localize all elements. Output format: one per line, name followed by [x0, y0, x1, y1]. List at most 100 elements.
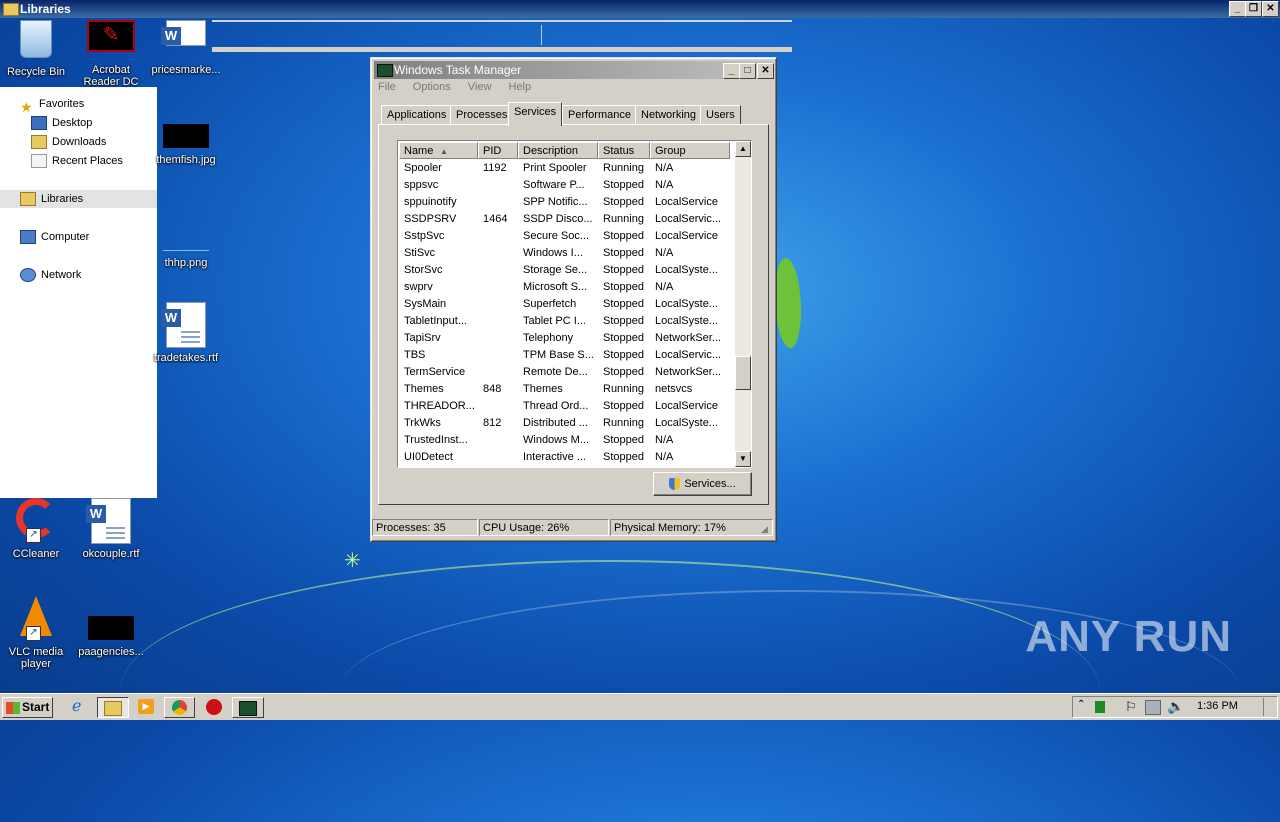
- cell-description: TPM Base S...: [523, 349, 594, 361]
- service-row[interactable]: SstpSvc Secure Soc... Stopped LocalService: [398, 228, 733, 245]
- network-tray-icon[interactable]: [1145, 700, 1161, 715]
- scrollbar-thumb[interactable]: [735, 356, 751, 390]
- internet-explorer-icon[interactable]: ℯ: [72, 698, 88, 716]
- cell-status: Stopped: [603, 179, 644, 191]
- service-row[interactable]: SSDPSRV 1464 SSDP Disco... Running LocalServ…: [398, 211, 733, 228]
- taskbar-chrome-button[interactable]: [164, 697, 195, 718]
- column-header-status[interactable]: Status: [598, 142, 650, 159]
- desktop-icon-recycle-bin[interactable]: Recycle Bin: [0, 20, 74, 78]
- menu-help[interactable]: Help: [509, 81, 532, 93]
- tab-users[interactable]: Users: [700, 105, 741, 125]
- service-row[interactable]: Themes 848 Themes Running netsvcs: [398, 381, 733, 398]
- service-row[interactable]: SysMain Superfetch Stopped LocalSyste...: [398, 296, 733, 313]
- menu-view[interactable]: View: [468, 81, 492, 93]
- service-row[interactable]: UI0Detect Interactive ... Stopped N/A: [398, 449, 733, 466]
- desktop-icon: [31, 116, 47, 131]
- service-row[interactable]: swprv Microsoft S... Stopped N/A: [398, 279, 733, 296]
- nav-recent-places[interactable]: Recent Places: [31, 152, 123, 170]
- cell-description: Telephony: [523, 332, 574, 344]
- service-row[interactable]: TapiSrv Telephony Stopped NetworkSer...: [398, 330, 733, 347]
- task-manager-window[interactable]: Windows Task Manager _ □ ✕ File Options …: [370, 57, 777, 542]
- column-header-name[interactable]: Name ▲: [399, 142, 478, 159]
- action-center-flag-icon[interactable]: ⚐: [1125, 699, 1137, 715]
- cell-status: Stopped: [603, 264, 644, 276]
- cell-status: Running: [603, 383, 644, 395]
- service-row[interactable]: TermService Remote De... Stopped NetworkSer…: [398, 364, 733, 381]
- service-row[interactable]: TrkWks 812 Distributed ... Running LocalSyst…: [398, 415, 733, 432]
- desktop-icon-paagencies[interactable]: paagencies...: [73, 602, 149, 658]
- cell-name: swprv: [404, 281, 433, 293]
- cell-group: NetworkSer...: [655, 332, 722, 344]
- close-button[interactable]: ✕: [1262, 1, 1279, 17]
- scroll-up-arrow-icon[interactable]: ▲: [735, 141, 751, 157]
- nav-favorites[interactable]: ★ Favorites: [20, 95, 84, 115]
- service-row[interactable]: StorSvc Storage Se... Stopped LocalSyste...: [398, 262, 733, 279]
- desktop-icon-pricesmarket[interactable]: W pricesmarke...: [148, 20, 224, 76]
- cell-group: LocalServic...: [655, 213, 722, 225]
- service-row[interactable]: sppuinotify SPP Notific... Stopped LocalSer…: [398, 194, 733, 211]
- service-row[interactable]: StiSvc Windows I... Stopped N/A: [398, 245, 733, 262]
- cell-name: TBS: [404, 349, 426, 361]
- tab-processes[interactable]: Processes: [450, 105, 514, 125]
- tab-networking[interactable]: Networking: [635, 105, 703, 125]
- desktop-icon-ccleaner[interactable]: ↗ CCleaner: [0, 498, 74, 560]
- services-button[interactable]: Services...: [653, 472, 752, 496]
- cell-status: Running: [603, 213, 644, 225]
- cell-description: Superfetch: [523, 298, 577, 310]
- desktop-icon-acrobat[interactable]: ✎ Acrobat Reader DC: [73, 20, 149, 88]
- restore-button[interactable]: ❐: [1245, 1, 1262, 17]
- minimize-button[interactable]: _: [1229, 1, 1246, 17]
- services-list[interactable]: Name ▲ PID Description Status Group Spoo…: [397, 140, 752, 468]
- service-row[interactable]: TrustedInst... Windows M... Stopped N/A: [398, 432, 733, 449]
- service-row[interactable]: Spooler 1192 Print Spooler Running N/A: [398, 160, 733, 177]
- desktop-icon-themfish[interactable]: themfish.jpg: [148, 112, 224, 166]
- vertical-scrollbar[interactable]: ▲ ▼: [735, 141, 751, 467]
- column-header-description[interactable]: Description: [518, 142, 598, 159]
- cell-status: Stopped: [603, 298, 644, 310]
- column-header-group[interactable]: Group: [650, 142, 730, 159]
- cell-group: N/A: [655, 451, 674, 463]
- explorer-toolbar-edge: [212, 20, 792, 22]
- desktop-icon-tradetakes[interactable]: W tradetakes.rtf: [148, 302, 224, 364]
- desktop-icon-okcouple[interactable]: W okcouple.rtf: [73, 498, 149, 560]
- menu-file[interactable]: File: [378, 81, 396, 93]
- nav-computer[interactable]: Computer: [20, 228, 89, 246]
- cell-name: SysMain: [404, 298, 447, 310]
- tm-close-button[interactable]: ✕: [757, 63, 774, 79]
- menu-options[interactable]: Options: [413, 81, 451, 93]
- show-desktop-button[interactable]: [1263, 698, 1274, 716]
- taskbar-explorer-button[interactable]: [97, 697, 129, 718]
- taskbar-task-manager-button[interactable]: [232, 697, 264, 718]
- tab-services[interactable]: Services: [508, 102, 563, 126]
- nav-downloads[interactable]: Downloads: [31, 133, 106, 151]
- tm-minimize-button[interactable]: _: [723, 63, 740, 79]
- service-row[interactable]: TabletInput... Tablet PC I... Stopped Local…: [398, 313, 733, 330]
- service-row[interactable]: sppsvc Software P... Stopped N/A: [398, 177, 733, 194]
- media-player-icon[interactable]: ▶: [138, 699, 154, 714]
- desktop-icon-vlc[interactable]: ↗ VLC media player: [0, 596, 74, 670]
- start-button[interactable]: Start: [2, 697, 53, 718]
- nav-libraries[interactable]: Libraries: [20, 190, 83, 208]
- nav-network[interactable]: Network: [20, 266, 81, 284]
- nav-desktop[interactable]: Desktop: [31, 114, 92, 132]
- cell-description: Software P...: [523, 179, 585, 191]
- opera-icon[interactable]: [206, 699, 222, 715]
- clock[interactable]: 1:36 PM: [1197, 700, 1238, 712]
- service-row[interactable]: THREADOR... Thread Ord... Stopped LocalServ…: [398, 398, 733, 415]
- acrobat-icon: ✎: [87, 20, 135, 68]
- service-row[interactable]: TBS TPM Base S... Stopped LocalServic...: [398, 347, 733, 364]
- task-manager-tray-icon[interactable]: [1095, 701, 1105, 713]
- desktop-icon-thhp[interactable]: thhp.png: [148, 210, 224, 269]
- tab-performance[interactable]: Performance: [562, 105, 637, 125]
- cell-name: SSDPSRV: [404, 213, 457, 225]
- task-manager-titlebar[interactable]: Windows Task Manager _ □ ✕: [374, 61, 774, 79]
- tab-applications[interactable]: Applications: [381, 105, 453, 125]
- resize-grip-icon[interactable]: ◢: [761, 524, 768, 535]
- explorer-titlebar[interactable]: Libraries _ ❐ ✕: [0, 0, 1280, 18]
- show-hidden-icons-arrow-icon[interactable]: ⌃: [1077, 699, 1085, 710]
- volume-icon[interactable]: 🔈: [1167, 698, 1184, 715]
- column-header-pid[interactable]: PID: [478, 142, 518, 159]
- scroll-down-arrow-icon[interactable]: ▼: [735, 451, 751, 467]
- image-thumbnail: [163, 124, 209, 148]
- tm-maximize-button[interactable]: □: [739, 63, 756, 79]
